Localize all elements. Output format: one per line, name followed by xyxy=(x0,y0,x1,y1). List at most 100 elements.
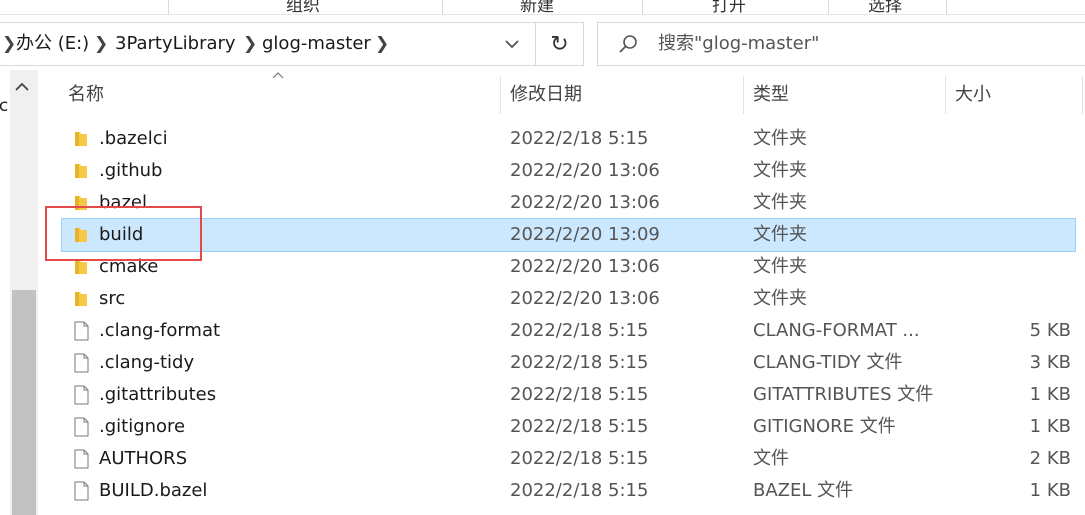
file-type: 文件夹 xyxy=(753,256,807,277)
chevron-right-icon[interactable]: ❯ xyxy=(375,23,389,65)
file-type: 文件夹 xyxy=(753,288,807,309)
file-type: 文件夹 xyxy=(753,192,807,213)
column-divider[interactable] xyxy=(743,76,744,114)
folder-icon xyxy=(75,132,87,146)
file-size: 5 KB xyxy=(1029,320,1071,341)
file-size: 2 KB xyxy=(1029,448,1071,469)
breadcrumb-drive[interactable]: 办公 (E:) xyxy=(16,23,89,65)
ribbon-group-organize-area xyxy=(168,0,443,14)
file-type: 文件夹 xyxy=(753,128,807,149)
file-name: src xyxy=(99,288,126,309)
column-header-date[interactable]: 修改日期 xyxy=(510,70,582,120)
vertical-scrollbar[interactable] xyxy=(10,70,38,515)
file-date: 2022/2/20 13:06 xyxy=(510,192,660,213)
breadcrumb-3partylibrary[interactable]: 3PartyLibrary xyxy=(115,23,236,65)
file-type: 文件夹 xyxy=(753,160,807,181)
folder-icon xyxy=(75,292,87,306)
file-icon xyxy=(74,449,89,469)
file-name: AUTHORS xyxy=(99,448,188,469)
ribbon-group-select[interactable]: 选择 xyxy=(828,0,947,14)
chevron-right-icon[interactable]: ❯ xyxy=(94,23,108,65)
file-icon xyxy=(74,481,89,501)
file-icon xyxy=(74,353,89,373)
file-row[interactable]: bazel 2022/2/20 13:06 文件夹 xyxy=(62,187,1075,219)
ribbon-label-select: 选择 xyxy=(868,0,902,15)
file-type: GITIGNORE 文件 xyxy=(753,416,896,437)
file-row[interactable]: .github 2022/2/20 13:06 文件夹 xyxy=(62,155,1075,187)
file-name: .clang-format xyxy=(99,320,221,341)
file-size: 1 KB xyxy=(1029,416,1071,437)
search-input[interactable]: 搜索"glog-master" xyxy=(597,22,1085,66)
chevron-right-icon[interactable]: ❯ xyxy=(243,23,257,65)
column-header-size[interactable]: 大小 xyxy=(955,70,991,120)
chevron-right-icon[interactable]: ❯ xyxy=(2,23,16,65)
folder-icon xyxy=(75,164,87,178)
file-type: GITATTRIBUTES 文件 xyxy=(753,384,934,405)
sort-ascending-icon xyxy=(272,68,284,82)
file-row[interactable]: .bazelci 2022/2/18 5:15 文件夹 xyxy=(62,123,1075,155)
file-icon xyxy=(74,385,89,405)
file-row[interactable]: cmake 2022/2/20 13:06 文件夹 xyxy=(62,251,1075,283)
file-row[interactable]: BUILD.bazel 2022/2/18 5:15 BAZEL 文件 1 KB xyxy=(62,475,1075,507)
file-type: BAZEL 文件 xyxy=(753,480,854,501)
file-row[interactable]: build 2022/2/20 13:09 文件夹 xyxy=(61,218,1076,252)
column-header-type[interactable]: 类型 xyxy=(753,70,789,120)
file-name: .clang-tidy xyxy=(99,352,195,373)
file-date: 2022/2/18 5:15 xyxy=(510,352,649,373)
file-row[interactable]: .clang-tidy 2022/2/18 5:15 CLANG-TIDY 文件 3 … xyxy=(62,347,1075,379)
file-date: 2022/2/18 5:15 xyxy=(510,448,649,469)
file-name: BUILD.bazel xyxy=(99,480,208,501)
file-date: 2022/2/18 5:15 xyxy=(510,320,649,341)
column-divider[interactable] xyxy=(945,76,946,114)
ribbon-label-open: 打开 xyxy=(712,0,746,15)
file-icon xyxy=(74,321,89,341)
search-placeholder: 搜索"glog-master" xyxy=(658,33,820,54)
ribbon-strip: 组织 新建 打开 选择 xyxy=(0,0,1085,15)
file-type: 文件 xyxy=(753,448,789,469)
file-name: .gitattributes xyxy=(99,384,217,405)
file-name: .bazelci xyxy=(99,128,168,149)
file-row[interactable]: .clang-format 2022/2/18 5:15 CLANG-FORMAT … xyxy=(62,315,1075,347)
column-header: 名称 修改日期 类型 大小 xyxy=(38,70,1085,120)
address-row: ❯ 办公 (E:) ❯ 3PartyLibrary ❯ glog-master … xyxy=(0,20,1085,68)
file-date: 2022/2/20 13:06 xyxy=(510,160,660,181)
file-name: .github xyxy=(99,160,163,181)
column-header-name[interactable]: 名称 xyxy=(68,70,104,120)
file-type: CLANG-TIDY 文件 xyxy=(753,352,903,373)
file-date: 2022/2/18 5:15 xyxy=(510,384,649,405)
scrollbar-thumb[interactable] xyxy=(12,290,36,515)
file-type: CLANG-FORMAT ... xyxy=(753,320,920,341)
chevron-down-icon[interactable] xyxy=(492,23,532,65)
file-date: 2022/2/18 5:15 xyxy=(510,128,649,149)
file-row[interactable]: .gitattributes 2022/2/18 5:15 GITATTRIBUTE… xyxy=(62,379,1075,411)
file-date: 2022/2/20 13:09 xyxy=(510,224,660,245)
breadcrumb-glog-master[interactable]: glog-master xyxy=(262,23,371,65)
file-date: 2022/2/20 13:06 xyxy=(510,256,660,277)
ribbon-group-open[interactable]: 打开 xyxy=(642,0,829,14)
file-row[interactable]: AUTHORS 2022/2/18 5:15 文件 2 KB xyxy=(62,443,1075,475)
address-bar[interactable]: ❯ 办公 (E:) ❯ 3PartyLibrary ❯ glog-master … xyxy=(0,22,584,66)
annotation-highlight-box xyxy=(45,206,202,261)
ribbon-label-new: 新建 xyxy=(520,0,554,15)
refresh-button[interactable]: ↻ xyxy=(535,23,583,65)
file-date: 2022/2/20 13:06 xyxy=(510,288,660,309)
ribbon-group-organize[interactable]: 组织 xyxy=(0,0,320,14)
file-icon xyxy=(74,417,89,437)
file-date: 2022/2/18 5:15 xyxy=(510,480,649,501)
ribbon-group-new[interactable]: 新建 xyxy=(442,0,643,14)
navigation-pane[interactable]: sc xyxy=(0,70,10,515)
nav-item-partial[interactable]: sc xyxy=(0,96,8,116)
refresh-icon: ↻ xyxy=(550,31,569,57)
file-name: .gitignore xyxy=(99,416,186,437)
column-divider[interactable] xyxy=(500,76,501,114)
file-type: 文件夹 xyxy=(753,224,807,245)
file-size: 3 KB xyxy=(1029,352,1071,373)
file-date: 2022/2/18 5:15 xyxy=(510,416,649,437)
column-divider[interactable] xyxy=(1082,76,1083,114)
file-row[interactable]: .gitignore 2022/2/18 5:15 GITIGNORE 文件 1 KB xyxy=(62,411,1075,443)
search-icon xyxy=(619,35,637,53)
file-size: 1 KB xyxy=(1029,384,1071,405)
scroll-up-icon[interactable] xyxy=(15,80,29,96)
file-size: 1 KB xyxy=(1029,480,1071,501)
file-row[interactable]: src 2022/2/20 13:06 文件夹 xyxy=(62,283,1075,315)
